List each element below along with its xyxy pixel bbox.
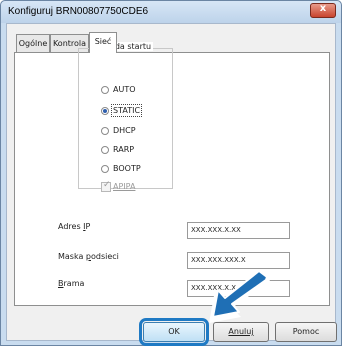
tab-control-label: Kontrola xyxy=(52,39,87,48)
window-title: Konfiguruj BRN00807750CDE6 xyxy=(8,6,149,17)
pointer-arrow-icon xyxy=(209,271,271,323)
mask-label-suffix: odsieci xyxy=(91,252,119,261)
gateway-label: Brama xyxy=(58,279,84,288)
radio-static-label: STATIC xyxy=(110,104,143,117)
tab-general-label: Ogólne xyxy=(18,39,48,48)
mask-label-prefix: Maska xyxy=(58,252,86,261)
help-button-label: Pomoc xyxy=(292,327,320,336)
tab-network[interactable]: Sieć xyxy=(89,32,117,53)
subnet-mask-label: Maska podsieci xyxy=(58,252,119,261)
close-button[interactable]: x xyxy=(310,3,336,18)
radio-rarp-button[interactable] xyxy=(101,146,109,154)
ip-address-label: Adres IP xyxy=(58,222,90,231)
radio-static-button[interactable] xyxy=(101,107,109,115)
ip-label-prefix: Adres xyxy=(58,222,84,231)
dialog-window: Konfiguruj BRN00807750CDE6 x Ogólne Kont… xyxy=(0,0,342,346)
radio-rarp-label: RARP xyxy=(113,145,135,154)
radio-auto-button[interactable] xyxy=(101,86,109,94)
radio-bootp-label: BOOTP xyxy=(113,164,141,173)
apipa-checkbox[interactable] xyxy=(101,180,111,192)
radio-dhcp-label: DHCP xyxy=(113,126,136,135)
ip-address-field[interactable]: XXX.XXX.X.XX xyxy=(187,222,290,239)
tab-general[interactable]: Ogólne xyxy=(16,34,50,52)
subnet-mask-field[interactable]: XXX.XXX.XXX.X xyxy=(187,252,290,269)
close-icon: x xyxy=(319,3,327,14)
ip-label-suffix: P xyxy=(85,222,91,231)
gateway-label-suffix: rama xyxy=(63,279,85,288)
help-button[interactable]: Pomoc xyxy=(275,322,337,342)
radio-bootp-button[interactable] xyxy=(101,165,109,173)
apipa-label: APIPA xyxy=(113,182,136,191)
title-bar[interactable]: Konfiguruj BRN00807750CDE6 x xyxy=(1,1,341,23)
radio-auto-label: AUTO xyxy=(113,85,136,94)
radio-dhcp-button[interactable] xyxy=(101,127,109,135)
tab-network-label: Sieć xyxy=(94,37,112,46)
